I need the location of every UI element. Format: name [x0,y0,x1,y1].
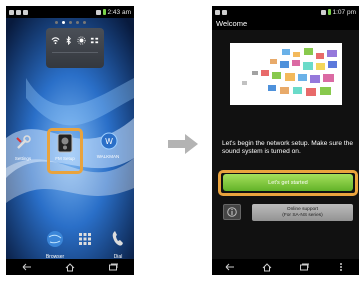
fm-setup-app-icon[interactable] [54,132,76,154]
recent-apps-button[interactable] [106,262,120,272]
recent-apps-icon [108,263,118,271]
app-screen-phone: 1:07 pm Welcome Let's begin the network … [212,6,359,275]
settings-icon [16,135,31,149]
svg-text:W: W [105,137,113,146]
support-button-line2: (For SA-NS series) [282,212,323,218]
settings-app-icon[interactable] [12,132,34,154]
wifi-icon[interactable] [51,36,60,45]
app-grid-icon[interactable] [79,233,91,245]
home-icon [262,262,272,271]
quick-settings-widget [46,28,104,68]
notification-icon [222,9,227,15]
back-icon [226,263,235,271]
page-indicator [6,21,134,24]
setup-instructions: Let's begin the network setup. Make sure… [222,140,354,155]
home-screen-phone: 2:43 am Settings FM Setup W WALKMAN Brow… [6,6,134,275]
online-support-button[interactable]: Online support (For SA-NS series) [252,204,353,221]
back-button[interactable] [20,262,34,272]
navigation-bar [212,259,359,275]
dock: Browser Dial [6,224,134,260]
status-time: 2:43 am [107,8,132,16]
signal-icon [95,9,101,15]
fm-setup-label: FM Setup [55,156,75,161]
home-button[interactable] [260,262,274,272]
recent-apps-button[interactable] [297,262,311,272]
menu-button[interactable] [334,262,348,272]
brightness-icon[interactable] [77,36,86,45]
recent-apps-icon [299,263,309,271]
screen-title: Welcome [216,19,248,28]
walkman-label: WALKMAN [96,154,120,159]
phone-icon[interactable] [110,230,126,248]
signal-icon [320,9,326,15]
status-time: 1:07 pm [332,8,357,16]
battery-icon [327,9,331,15]
notification-icon [23,9,28,15]
info-button[interactable] [223,204,241,220]
walkman-icon: W [100,132,118,150]
globe-icon[interactable] [46,230,64,248]
battery-icon [102,9,106,15]
walkman-app-icon[interactable]: W [98,130,120,152]
notification-icon [215,9,220,15]
bluetooth-icon[interactable] [64,36,73,45]
data-toggle-icon[interactable] [90,36,99,45]
back-icon [22,263,32,271]
notification-icon [9,9,14,15]
settings-label: Settings [14,156,32,161]
lets-get-started-button[interactable]: Let's get started [223,174,353,191]
status-bar: 2:43 am [6,6,134,18]
status-bar: 1:07 pm [212,6,359,18]
hero-image [230,43,342,105]
back-button[interactable] [223,262,237,272]
home-icon [65,262,75,271]
notification-icon [16,9,21,15]
info-icon [227,207,237,217]
navigation-bar [6,259,134,275]
overflow-menu-icon [339,263,342,271]
home-button[interactable] [63,262,77,272]
fm-setup-icon [57,133,73,153]
arrow-right-icon [168,134,198,154]
